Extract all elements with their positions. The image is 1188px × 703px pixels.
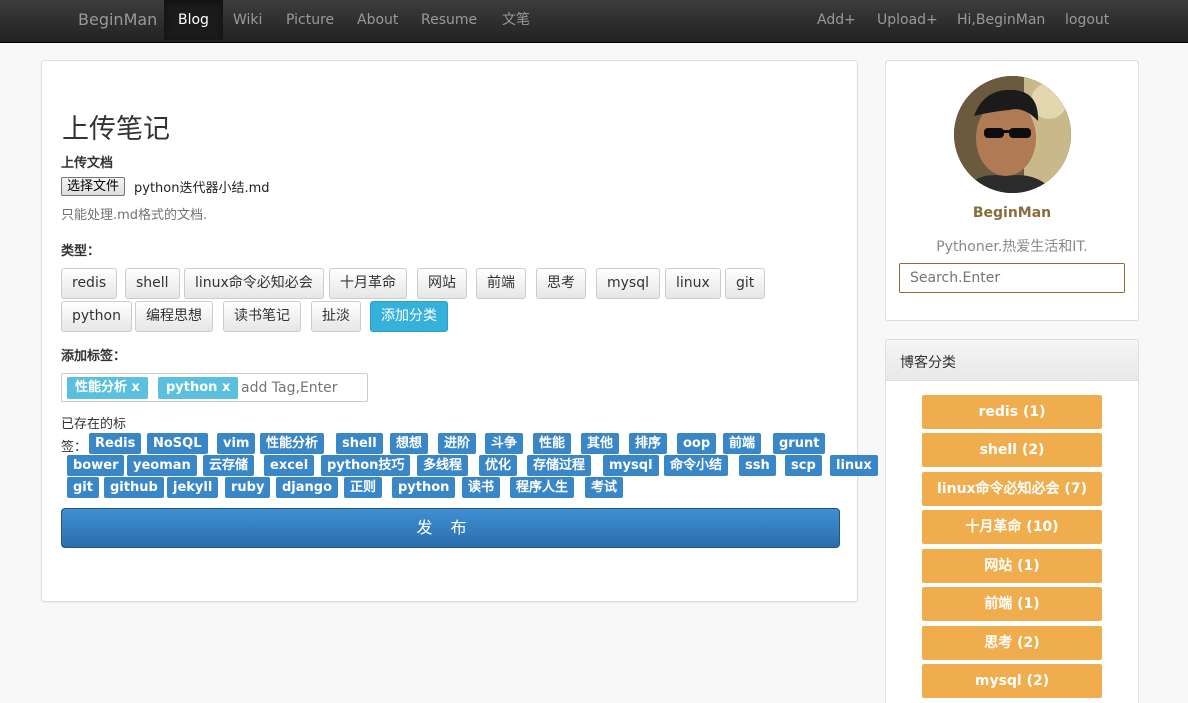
sidebar-category-item[interactable]: redis (1) xyxy=(922,395,1102,429)
existing-tag[interactable]: ruby xyxy=(225,477,271,498)
category-option[interactable]: redis xyxy=(61,268,118,299)
existing-tag[interactable]: 存储过程 xyxy=(527,455,592,476)
existing-tags-label: 已存在的标 xyxy=(61,417,127,432)
existing-tag[interactable]: 程序人生 xyxy=(510,477,575,498)
existing-tag[interactable]: 斗争 xyxy=(485,433,524,454)
sidebar-category-item[interactable]: 网站 (1) xyxy=(922,549,1102,583)
category-option[interactable]: 网站 xyxy=(417,268,467,299)
existing-tag[interactable]: mysql xyxy=(603,455,659,476)
publish-button[interactable]: 发布 xyxy=(61,508,840,548)
category-option[interactable]: git xyxy=(725,268,766,299)
existing-tag[interactable]: bower xyxy=(67,455,125,476)
existing-tag[interactable]: python技巧 xyxy=(321,455,411,476)
existing-tag[interactable]: grunt xyxy=(773,433,826,454)
nav-picture[interactable]: Picture xyxy=(286,0,334,40)
existing-tag[interactable]: python xyxy=(392,477,456,498)
existing-tag[interactable]: jekyll xyxy=(167,477,219,498)
existing-tag[interactable]: 正则 xyxy=(344,477,383,498)
nav-resume[interactable]: Resume xyxy=(421,0,477,40)
upload-doc-label: 上传文档 xyxy=(61,156,114,171)
file-help-text: 只能处理.md格式的文档. xyxy=(61,208,208,223)
existing-tag[interactable]: github xyxy=(104,477,164,498)
choose-file-button[interactable]: 选择文件 xyxy=(61,177,126,196)
existing-tag[interactable]: 其他 xyxy=(581,433,620,454)
existing-tag[interactable]: yeoman xyxy=(127,455,197,476)
category-option[interactable]: 读书笔记 xyxy=(223,301,301,332)
top-navbar: BeginMan Blog Wiki Picture About Resume … xyxy=(0,0,1188,43)
tag-input[interactable] xyxy=(241,377,361,399)
existing-tag[interactable]: vim xyxy=(217,433,256,454)
existing-tag[interactable]: NoSQL xyxy=(147,433,208,454)
existing-tag[interactable]: git xyxy=(67,477,99,498)
existing-tag[interactable]: excel xyxy=(264,455,315,476)
search-input[interactable] xyxy=(899,263,1125,293)
category-option[interactable]: python xyxy=(61,301,132,332)
category-option[interactable]: 扯淡 xyxy=(311,301,361,332)
category-option[interactable]: mysql xyxy=(596,268,660,299)
existing-tag[interactable]: 命令小结 xyxy=(664,455,729,476)
category-option[interactable]: shell xyxy=(125,268,180,299)
nav-upload[interactable]: Upload+ xyxy=(877,0,938,40)
existing-tag[interactable]: 考试 xyxy=(585,477,624,498)
chosen-tag[interactable]: 性能分析 x xyxy=(67,377,148,399)
sidebar-category-item[interactable]: shell (2) xyxy=(922,433,1102,467)
nav-user-greeting[interactable]: Hi,BeginMan xyxy=(957,0,1045,40)
existing-tag[interactable]: linux xyxy=(830,455,878,476)
profile-name[interactable]: BeginMan xyxy=(886,205,1138,221)
category-option[interactable]: linux命令必知必会 xyxy=(184,268,324,299)
sidebar-category-item[interactable]: 思考 (2) xyxy=(922,626,1102,660)
existing-tag[interactable]: 读书 xyxy=(462,477,501,498)
category-option[interactable]: 编程思想 xyxy=(135,301,213,332)
nav-wiki[interactable]: Wiki xyxy=(233,0,262,40)
panel-title: 博客分类 xyxy=(900,355,956,371)
brand-link[interactable]: BeginMan xyxy=(78,0,157,40)
category-option[interactable]: 十月革命 xyxy=(329,268,407,299)
nav-logout[interactable]: logout xyxy=(1065,0,1109,40)
profile-bio: Pythoner.热爱生活和IT. xyxy=(936,239,1088,255)
sidebar-category-item[interactable]: 前端 (1) xyxy=(922,587,1102,621)
existing-tag[interactable]: 想想 xyxy=(390,433,429,454)
existing-tag[interactable]: 性能分析 xyxy=(260,433,325,454)
existing-tag[interactable]: ssh xyxy=(739,455,776,476)
nav-writing[interactable]: 文笔 xyxy=(502,0,530,40)
category-option[interactable]: 前端 xyxy=(476,268,526,299)
category-option[interactable]: 思考 xyxy=(536,268,586,299)
existing-tag[interactable]: 优化 xyxy=(479,455,518,476)
existing-tag[interactable]: django xyxy=(276,477,339,498)
selected-file-name: python迭代器小结.md xyxy=(134,181,270,196)
existing-tag[interactable]: scp xyxy=(785,455,822,476)
avatar xyxy=(954,76,1071,193)
existing-tag[interactable]: oop xyxy=(677,433,717,454)
chosen-tag[interactable]: python x xyxy=(158,377,239,399)
existing-tag[interactable]: 进阶 xyxy=(438,433,477,454)
sidebar-category-item[interactable]: 十月革命 (10) xyxy=(922,510,1102,544)
existing-tag[interactable]: shell xyxy=(336,433,383,454)
page-title: 上传笔记 xyxy=(62,114,170,145)
existing-tag[interactable]: 性能 xyxy=(533,433,572,454)
blog-categories-panel: 博客分类 redis (1) shell (2) linux命令必知必会 (7)… xyxy=(885,339,1139,703)
profile-panel: BeginMan Pythoner.热爱生活和IT. xyxy=(885,60,1139,321)
nav-add[interactable]: Add+ xyxy=(817,0,856,40)
sidebar-category-item[interactable]: linux命令必知必会 (7) xyxy=(922,472,1102,506)
category-label: 类型： xyxy=(61,244,101,259)
existing-tag[interactable]: 云存储 xyxy=(203,455,255,476)
category-option[interactable]: linux xyxy=(665,268,721,299)
upload-panel: 上传笔记 上传文档 选择文件 python迭代器小结.md 只能处理.md格式的… xyxy=(41,60,878,602)
existing-tags-label-cont: 签： xyxy=(61,440,88,455)
existing-tag[interactable]: 多线程 xyxy=(417,455,469,476)
add-tag-label: 添加标签： xyxy=(61,349,127,364)
existing-tag[interactable]: Redis xyxy=(89,433,142,454)
add-category-button[interactable]: 添加分类 xyxy=(370,301,448,332)
existing-tag[interactable]: 前端 xyxy=(723,433,762,454)
sidebar-category-item[interactable]: mysql (2) xyxy=(922,664,1102,698)
tag-input-box[interactable]: 性能分析 x python x xyxy=(61,373,368,402)
nav-about[interactable]: About xyxy=(357,0,398,40)
existing-tag[interactable]: 排序 xyxy=(629,433,668,454)
nav-blog[interactable]: Blog xyxy=(164,0,223,40)
panel-heading: 博客分类 xyxy=(886,340,1138,381)
